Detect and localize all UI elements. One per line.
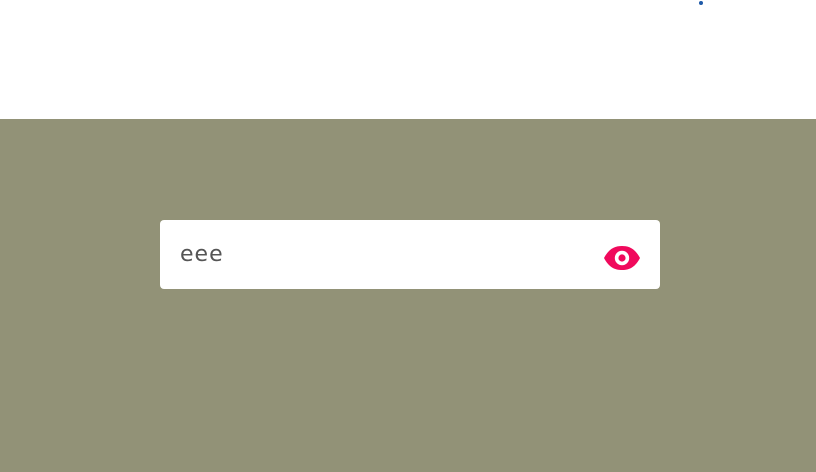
eye-icon bbox=[604, 245, 640, 270]
indicator-dot bbox=[699, 1, 703, 5]
main-area bbox=[0, 119, 816, 472]
password-field-container bbox=[160, 220, 660, 289]
toggle-visibility-button[interactable] bbox=[600, 237, 644, 273]
top-bar bbox=[0, 0, 816, 119]
password-input[interactable] bbox=[160, 220, 590, 289]
